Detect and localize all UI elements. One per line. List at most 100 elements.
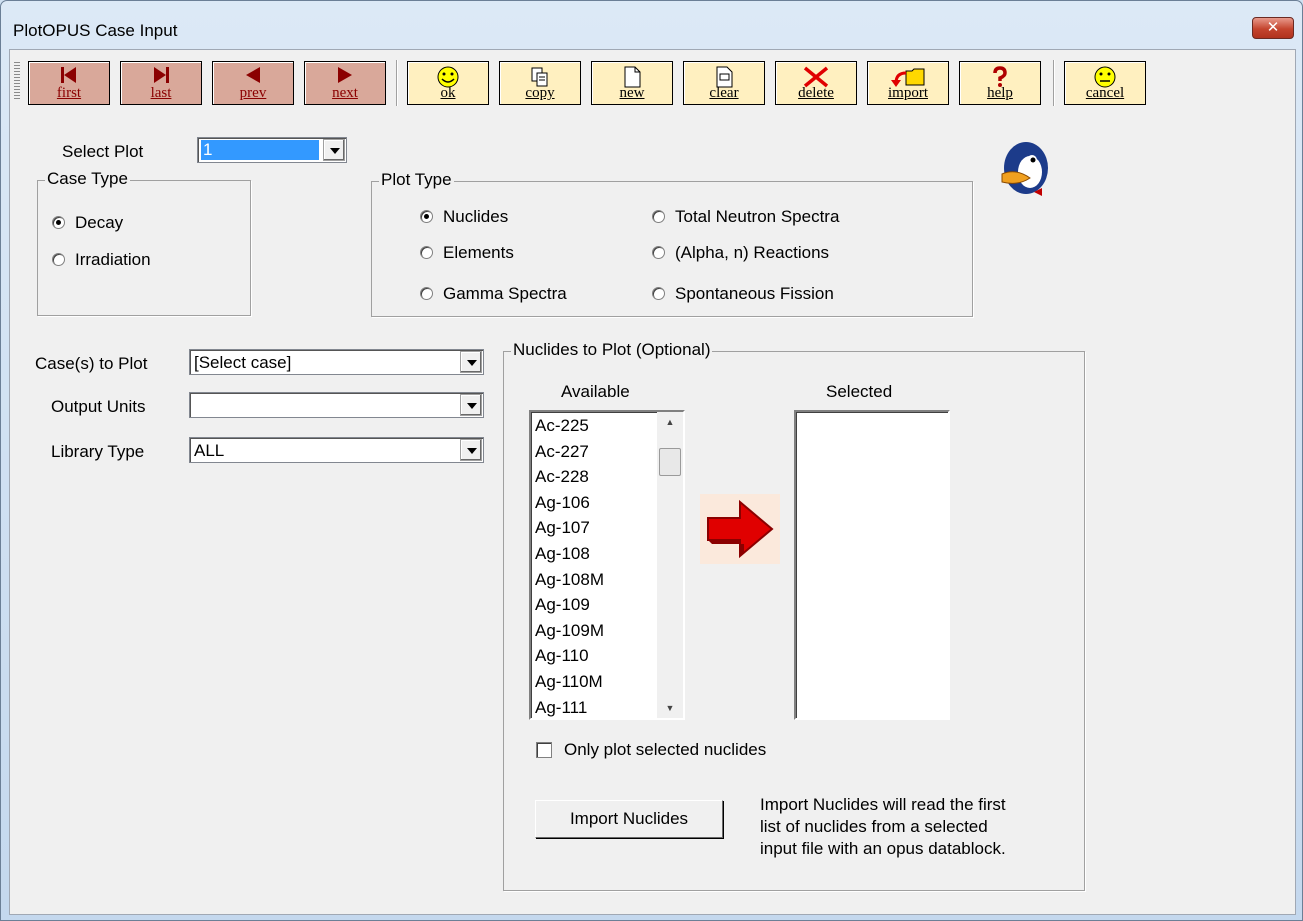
import-help-line: list of nuclides from a selected <box>760 817 988 836</box>
help-button[interactable]: help <box>959 61 1041 105</box>
radio-alpha-n-reactions[interactable]: (Alpha, n) Reactions <box>652 243 829 263</box>
last-button[interactable]: last <box>120 61 202 105</box>
nuclides-legend: Nuclides to Plot (Optional) <box>511 340 713 360</box>
list-item[interactable]: Ac-228 <box>531 464 657 490</box>
clear-button[interactable]: clear <box>683 61 765 105</box>
delete-button-label: delete <box>798 85 834 101</box>
skip-first-icon <box>61 67 76 83</box>
list-item[interactable]: Ac-225 <box>531 413 657 439</box>
toolbar-separator <box>1053 60 1055 106</box>
chevron-down-icon[interactable] <box>460 439 482 461</box>
plot-type-group: Plot Type Nuclides Elements Gamma Spectr… <box>371 170 973 317</box>
radio-irradiation[interactable]: Irradiation <box>52 250 151 270</box>
list-item[interactable]: Ag-106 <box>531 490 657 516</box>
radio-indicator[interactable] <box>652 246 665 259</box>
radio-elements-label: Elements <box>443 243 514 262</box>
radio-total-neutron-spectra[interactable]: Total Neutron Spectra <box>652 207 839 227</box>
available-items: Ac-225 Ac-227 Ac-228 Ag-106 Ag-107 Ag-108 Ag-1… <box>531 413 657 718</box>
library-type-label: Library Type <box>51 442 145 461</box>
last-button-label: last <box>150 85 172 101</box>
radio-alpha-n-reactions-label: (Alpha, n) Reactions <box>675 243 830 262</box>
copy-button[interactable]: copy <box>499 61 581 105</box>
new-button[interactable]: new <box>591 61 673 105</box>
radio-spontaneous-fission[interactable]: Spontaneous Fission <box>652 284 834 304</box>
penguin-mascot-icon <box>994 138 1058 202</box>
radio-indicator[interactable] <box>420 246 433 259</box>
help-button-label: help <box>987 85 1013 101</box>
list-item[interactable]: Ag-110M <box>531 669 657 695</box>
select-plot-combo[interactable]: 1 <box>197 137 347 163</box>
cases-to-plot-combo[interactable]: [Select case] <box>189 349 484 375</box>
radio-indicator[interactable] <box>652 287 665 300</box>
import-nuclides-button[interactable]: Import Nuclides <box>535 800 723 838</box>
selected-label: Selected <box>826 382 893 401</box>
next-button[interactable]: next <box>304 61 386 105</box>
scroll-down-icon[interactable]: ▼ <box>657 698 683 718</box>
radio-indicator[interactable] <box>420 210 433 223</box>
radio-irradiation-label: Irradiation <box>75 250 151 269</box>
list-item[interactable]: Ac-227 <box>531 439 657 465</box>
radio-indicator[interactable] <box>652 210 665 223</box>
radio-nuclides[interactable]: Nuclides <box>420 207 508 227</box>
import-button-label: import <box>888 85 928 101</box>
list-item[interactable]: Ag-110 <box>531 643 657 669</box>
first-button-label: first <box>56 85 82 101</box>
select-plot-value: 1 <box>201 140 319 160</box>
ok-button[interactable]: ok <box>407 61 489 105</box>
case-type-legend: Case Type <box>45 169 130 189</box>
list-item[interactable]: Ag-108 <box>531 541 657 567</box>
available-nuclides-list[interactable]: Ac-225 Ac-227 Ac-228 Ag-106 Ag-107 Ag-108 Ag-1… <box>529 410 685 720</box>
plotopus-window: PlotOPUS Case Input ✕ first last prev ne… <box>0 0 1303 921</box>
plot-type-legend: Plot Type <box>379 170 454 190</box>
list-item[interactable]: Ag-109 <box>531 592 657 618</box>
radio-indicator[interactable] <box>420 287 433 300</box>
list-item[interactable]: Ag-107 <box>531 515 657 541</box>
output-units-combo[interactable] <box>189 392 484 418</box>
toolbar-grip[interactable] <box>14 60 20 100</box>
import-button[interactable]: import <box>867 61 949 105</box>
prev-button[interactable]: prev <box>212 61 294 105</box>
new-button-label: new <box>619 85 645 101</box>
arrow-right-icon <box>338 67 352 83</box>
chevron-down-icon[interactable] <box>460 351 482 373</box>
toolbar: first last prev next ok copy new clear d… <box>10 50 1295 116</box>
next-button-label: next <box>332 85 358 101</box>
radio-elements[interactable]: Elements <box>420 243 514 263</box>
radio-decay-label: Decay <box>75 213 124 232</box>
clear-button-label: clear <box>709 85 739 101</box>
cases-to-plot-label: Case(s) to Plot <box>35 354 148 373</box>
available-scrollbar[interactable]: ▲ ▼ <box>657 412 683 718</box>
only-selected-label: Only plot selected nuclides <box>564 740 767 759</box>
list-item[interactable]: Ag-109M <box>531 618 657 644</box>
radio-total-neutron-spectra-label: Total Neutron Spectra <box>675 207 840 226</box>
dialog-client: first last prev next ok copy new clear d… <box>9 49 1296 915</box>
available-label: Available <box>561 382 630 401</box>
close-button[interactable]: ✕ <box>1252 17 1294 39</box>
arrow-left-icon <box>246 67 260 83</box>
library-type-combo[interactable]: ALL <box>189 437 484 463</box>
import-help-line: Import Nuclides will read the first <box>760 795 1006 814</box>
radio-decay[interactable]: Decay <box>52 213 123 233</box>
chevron-down-icon[interactable] <box>460 394 482 416</box>
scroll-up-icon[interactable]: ▲ <box>657 412 683 432</box>
chevron-down-icon[interactable] <box>323 139 345 161</box>
radio-indicator[interactable] <box>52 216 65 229</box>
title-bar[interactable]: PlotOPUS Case Input ✕ <box>1 1 1302 49</box>
scroll-thumb[interactable] <box>659 448 681 476</box>
cancel-button[interactable]: cancel <box>1064 61 1146 105</box>
selected-nuclides-list[interactable] <box>794 410 950 720</box>
delete-button[interactable]: delete <box>775 61 857 105</box>
import-nuclides-help: Import Nuclides will read the first list… <box>760 794 1006 860</box>
only-selected-checkbox[interactable] <box>536 742 552 758</box>
toolbar-separator <box>396 60 398 106</box>
radio-spontaneous-fission-label: Spontaneous Fission <box>675 284 834 303</box>
first-button[interactable]: first <box>28 61 110 105</box>
nuclides-group: Nuclides to Plot (Optional) Available Se… <box>503 340 1085 891</box>
add-arrow-button[interactable] <box>700 494 780 564</box>
radio-gamma-spectra[interactable]: Gamma Spectra <box>420 284 567 304</box>
list-item[interactable]: Ag-108M <box>531 567 657 593</box>
ok-button-label: ok <box>440 85 456 101</box>
list-item[interactable]: Ag-111 <box>531 695 657 718</box>
radio-nuclides-label: Nuclides <box>443 207 509 226</box>
radio-indicator[interactable] <box>52 253 65 266</box>
